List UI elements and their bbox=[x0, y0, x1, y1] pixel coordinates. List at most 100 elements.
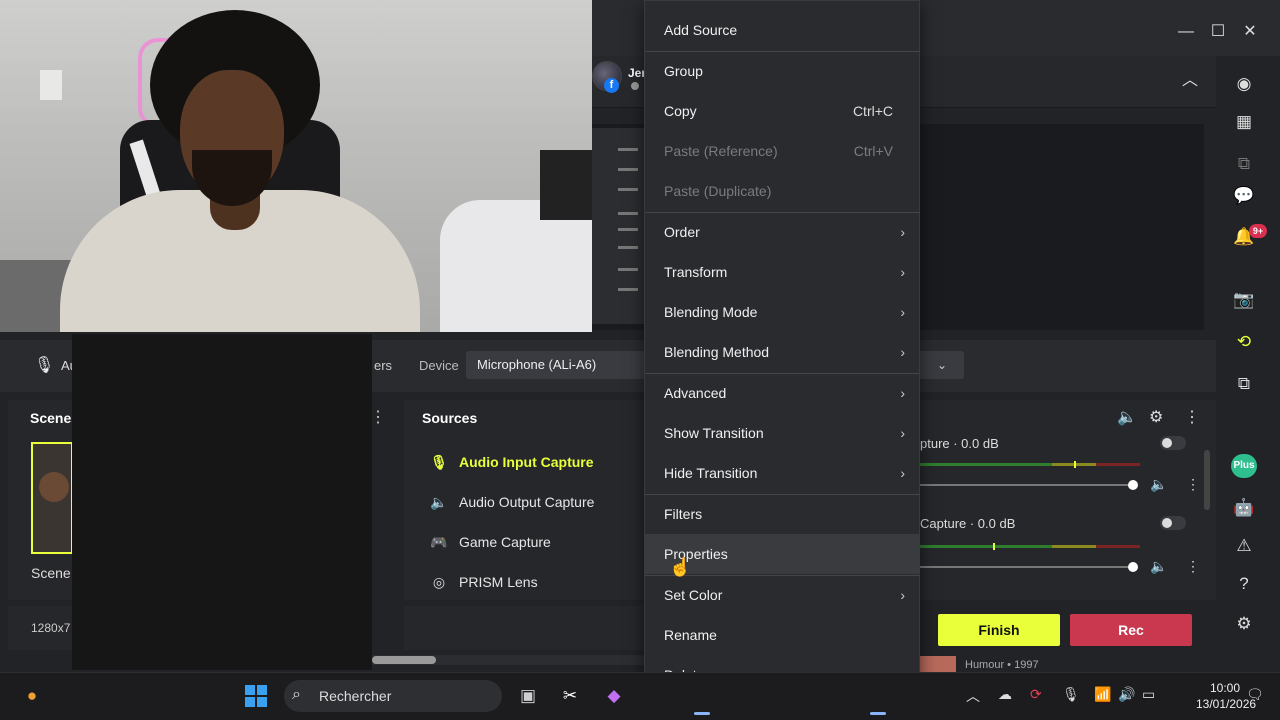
source-label: Audio Output Capture bbox=[459, 494, 595, 510]
context-menu-item[interactable]: Blending Mode › bbox=[645, 292, 919, 332]
cloud-icon[interactable]: ☁ bbox=[998, 686, 1012, 703]
microphone-icon[interactable]: 🎙 bbox=[1062, 686, 1080, 703]
multi-view-icon[interactable]: ⧉ bbox=[1232, 152, 1256, 176]
sources-footer bbox=[404, 606, 644, 650]
scene-switch-icon[interactable]: ⟲ bbox=[1232, 330, 1256, 354]
more-options-icon[interactable]: ⋮ bbox=[1186, 476, 1200, 493]
context-menu-item: Paste (Duplicate) bbox=[645, 171, 919, 211]
chevron-right-icon: › bbox=[900, 425, 905, 441]
alert-icon[interactable]: ⚠ bbox=[1232, 534, 1256, 558]
more-options-icon[interactable]: ⋮ bbox=[1184, 407, 1200, 427]
filters-tab[interactable]: ers bbox=[374, 358, 392, 373]
account-icon[interactable]: ◉ bbox=[1232, 72, 1256, 96]
context-menu-item[interactable]: Blending Method › bbox=[645, 332, 919, 372]
active-app-indicator bbox=[694, 712, 710, 715]
source-label: Game Capture bbox=[459, 534, 551, 550]
speaker-icon[interactable]: 🔈 bbox=[1150, 476, 1167, 493]
device-label: Device bbox=[419, 358, 459, 373]
context-menu: Add Source Group Copy Ctrl+C Paste (Referenc… bbox=[644, 0, 920, 704]
menu-item-label: Show Transition bbox=[664, 425, 764, 441]
menu-item-label: Rename bbox=[664, 627, 717, 643]
overlay-icon[interactable]: ⧉ bbox=[1232, 372, 1256, 396]
camera-icon[interactable]: 📷 bbox=[1232, 288, 1256, 312]
chevron-down-icon[interactable]: ⌄ bbox=[920, 351, 964, 379]
speaker-icon: 🔈 bbox=[430, 493, 448, 510]
context-menu-item[interactable]: Rename bbox=[645, 615, 919, 655]
webcam-feed bbox=[0, 0, 592, 332]
battery-icon[interactable]: ▭ bbox=[1142, 686, 1155, 703]
volume-slider-knob[interactable] bbox=[1128, 480, 1138, 490]
plus-badge[interactable]: Plus bbox=[1231, 454, 1257, 478]
chevron-up-icon[interactable]: ︿ bbox=[966, 686, 980, 706]
app-icon[interactable]: ● bbox=[20, 684, 44, 708]
wifi-icon[interactable]: 📶 bbox=[1094, 686, 1111, 703]
preview-mini-screen bbox=[592, 128, 644, 324]
source-item[interactable]: 🎙 Audio Input Capture bbox=[428, 451, 594, 473]
volume-meter bbox=[920, 463, 1140, 466]
source-item[interactable]: ◎ PRISM Lens bbox=[428, 571, 538, 593]
context-menu-item[interactable]: Filters bbox=[645, 494, 919, 534]
volume-slider[interactable] bbox=[920, 566, 1132, 568]
notification-icon[interactable]: 🗨 bbox=[1246, 686, 1264, 703]
more-options-icon[interactable]: ⋮ bbox=[370, 407, 386, 427]
context-menu-item[interactable]: Order › bbox=[645, 212, 919, 252]
channel-toggle[interactable] bbox=[1160, 516, 1186, 530]
channel-toggle[interactable] bbox=[1160, 436, 1186, 450]
chevron-up-icon[interactable]: ︿ bbox=[1182, 66, 1198, 90]
context-menu-item[interactable]: Hide Transition › bbox=[645, 453, 919, 493]
capcut-icon[interactable]: ✂ bbox=[558, 684, 582, 708]
menu-item-label: Filters bbox=[664, 506, 703, 522]
menu-item-label: Set Color bbox=[664, 587, 723, 603]
close-button[interactable]: ✕ bbox=[1238, 20, 1262, 44]
device-select[interactable]: Microphone (ALi-A6) bbox=[466, 351, 646, 379]
bot-icon[interactable]: 🤖 bbox=[1232, 496, 1256, 520]
speaker-icon[interactable]: 🔈 bbox=[1117, 407, 1137, 427]
context-menu-item[interactable]: Copy Ctrl+C bbox=[645, 91, 919, 131]
horizontal-scrollbar-thumb[interactable] bbox=[372, 656, 436, 664]
taskbar-search[interactable] bbox=[284, 680, 502, 712]
context-menu-item[interactable]: Advanced › bbox=[645, 373, 919, 413]
clock-date[interactable]: 13/01/2026 bbox=[1196, 697, 1256, 711]
sync-icon[interactable]: ⟳ bbox=[1030, 686, 1042, 703]
context-menu-item[interactable]: Show Transition › bbox=[645, 413, 919, 453]
menu-item-label: Add Source bbox=[664, 22, 738, 38]
volume-icon[interactable]: 🔊 bbox=[1118, 686, 1135, 703]
context-menu-item: Paste (Reference) Ctrl+V bbox=[645, 131, 919, 171]
copilot-icon[interactable]: ◆ bbox=[602, 684, 626, 708]
menu-item-label: Blending Method bbox=[664, 344, 770, 360]
layout-icon[interactable]: ▦ bbox=[1232, 110, 1256, 134]
chevron-right-icon: › bbox=[900, 465, 905, 481]
source-label: Audio Input Capture bbox=[459, 454, 594, 470]
help-icon[interactable]: ? bbox=[1232, 572, 1256, 596]
notification-badge: 9+ bbox=[1249, 224, 1267, 238]
task-view-icon[interactable]: ▣ bbox=[516, 684, 540, 708]
volume-slider[interactable] bbox=[920, 484, 1132, 486]
volume-meter bbox=[920, 545, 1140, 548]
scrollbar[interactable] bbox=[1204, 450, 1210, 510]
more-options-icon[interactable]: ⋮ bbox=[1186, 558, 1200, 575]
volume-slider-knob[interactable] bbox=[1128, 562, 1138, 572]
menu-item-shortcut: Ctrl+C bbox=[852, 103, 893, 119]
resolution-text: 1280x7 bbox=[31, 621, 71, 635]
speaker-icon[interactable]: 🔈 bbox=[1150, 558, 1167, 575]
record-button[interactable]: Rec bbox=[1070, 614, 1192, 646]
context-menu-item[interactable]: Group bbox=[645, 51, 919, 91]
finish-button[interactable]: Finish bbox=[938, 614, 1060, 646]
source-item[interactable]: 🔈 Audio Output Capture bbox=[428, 491, 594, 513]
context-menu-item[interactable]: Transform › bbox=[645, 252, 919, 292]
minimize-button[interactable]: — bbox=[1174, 20, 1198, 44]
search-placeholder[interactable]: Rechercher bbox=[319, 688, 391, 704]
scene-thumbnail[interactable] bbox=[31, 442, 73, 554]
clock-time[interactable]: 10:00 bbox=[1200, 681, 1250, 695]
chevron-right-icon: › bbox=[900, 304, 905, 320]
context-menu-item[interactable]: Set Color › bbox=[645, 575, 919, 615]
context-menu-item[interactable]: Add Source bbox=[645, 10, 919, 50]
camera-lens-icon: ◎ bbox=[432, 573, 446, 590]
gear-icon[interactable]: ⚙ bbox=[1232, 612, 1256, 636]
chat-icon[interactable]: 💬 bbox=[1232, 184, 1256, 208]
windows-start-icon[interactable] bbox=[245, 685, 267, 707]
maximize-button[interactable]: ☐ bbox=[1206, 20, 1230, 44]
scene-label[interactable]: Scene bbox=[31, 565, 71, 581]
gear-icon[interactable]: ⚙ bbox=[1149, 407, 1163, 427]
source-item[interactable]: 🎮 Game Capture bbox=[428, 531, 551, 553]
